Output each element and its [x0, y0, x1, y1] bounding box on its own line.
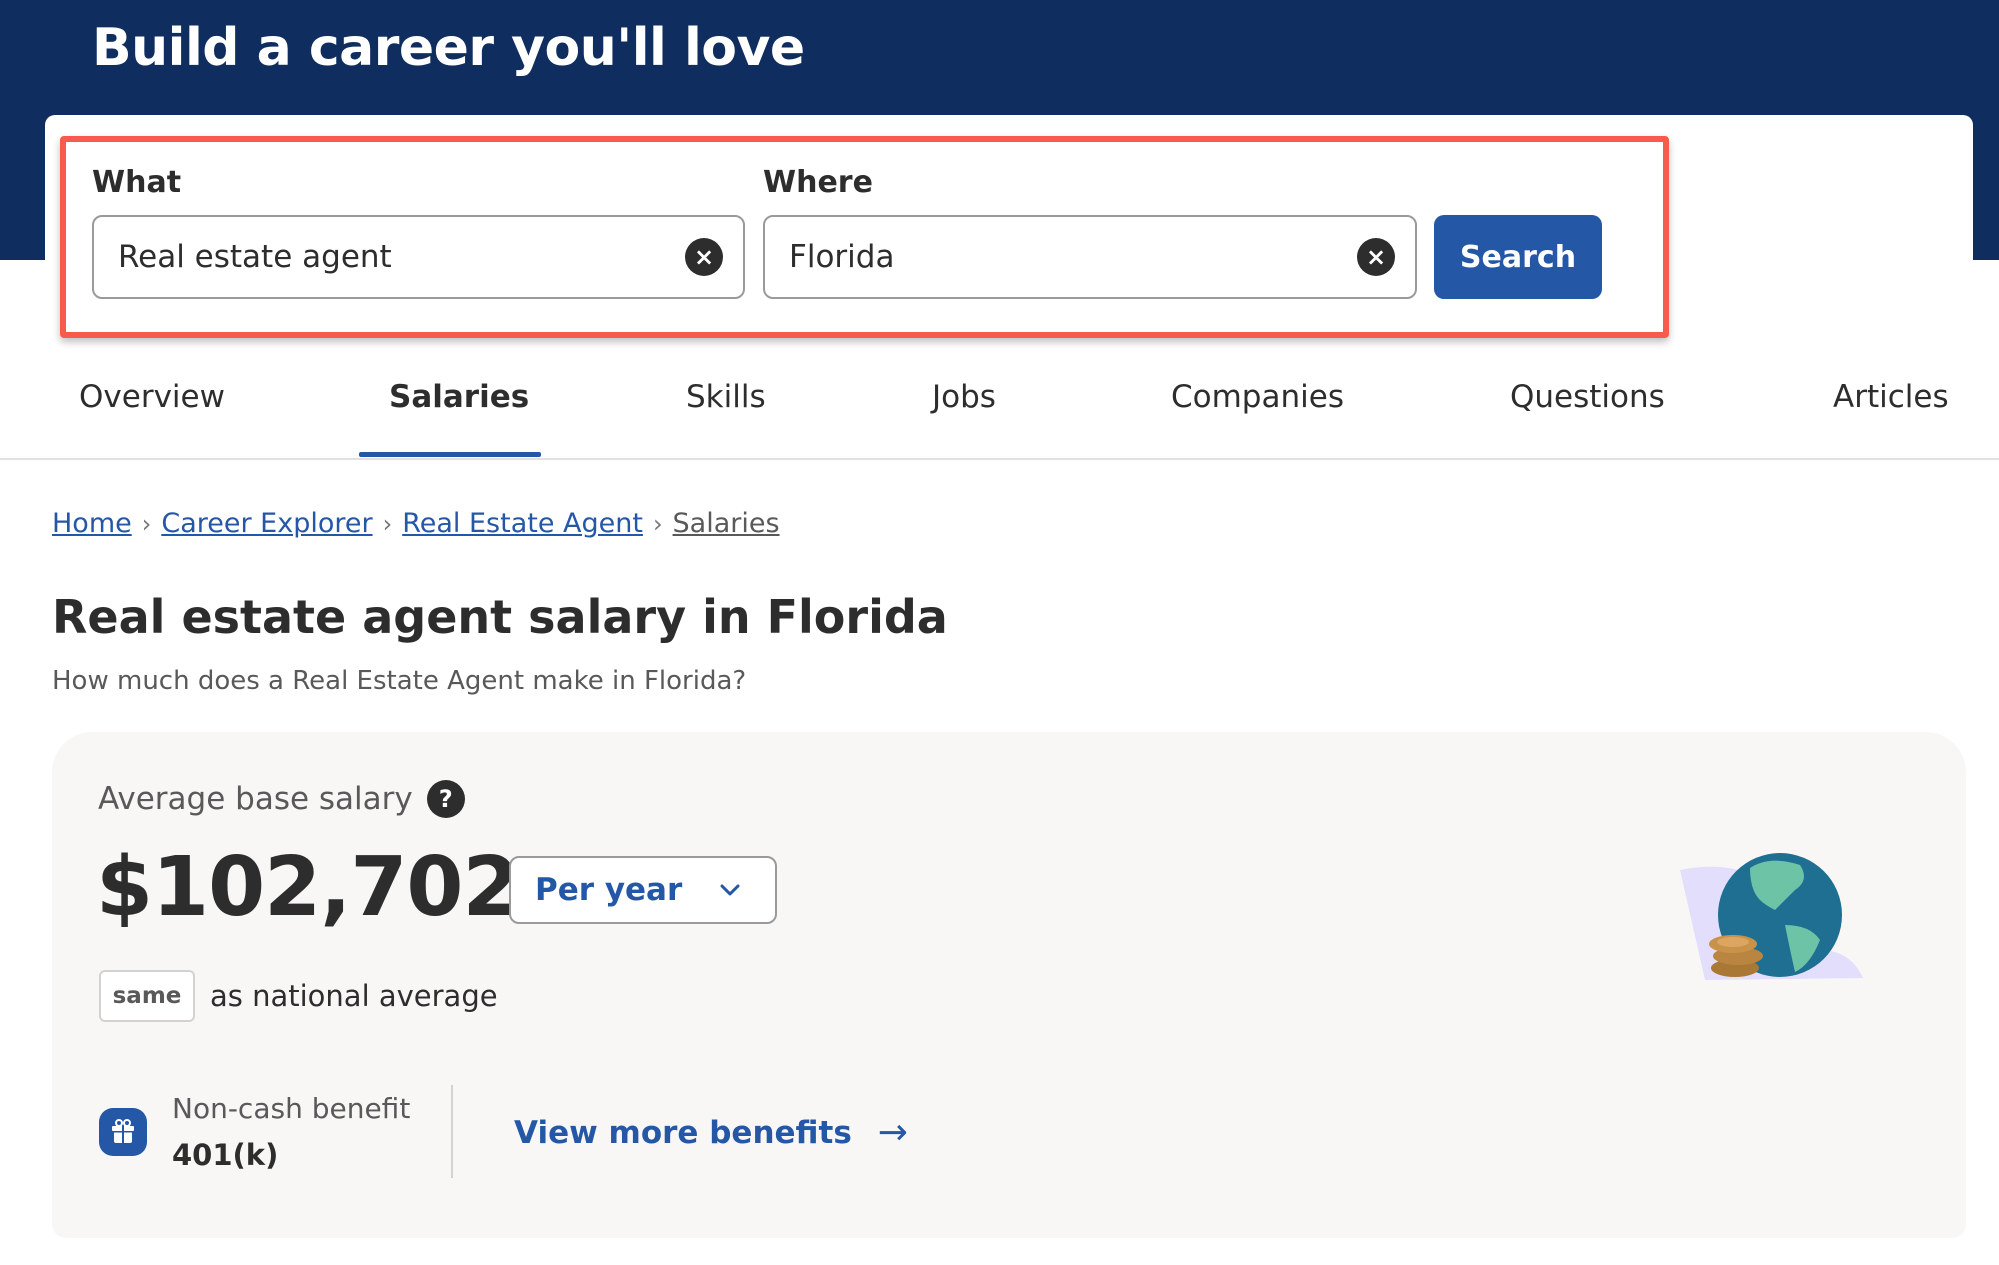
- tab-bar: Overview Salaries Skills Jobs Companies …: [0, 365, 1999, 460]
- benefit-value: 401(k): [172, 1138, 279, 1172]
- globe-coins-illustration: [1670, 840, 1870, 990]
- breadcrumb-career-explorer[interactable]: Career Explorer: [161, 508, 372, 539]
- view-more-benefits-link[interactable]: View more benefits →: [514, 1112, 908, 1153]
- benefit-label: Non-cash benefit: [172, 1092, 411, 1125]
- breadcrumb-salaries[interactable]: Salaries: [673, 508, 780, 539]
- page-subtitle: How much does a Real Estate Agent make i…: [52, 666, 747, 696]
- tab-articles[interactable]: Articles: [1833, 379, 1949, 415]
- breadcrumb: Home › Career Explorer › Real Estate Age…: [52, 508, 780, 539]
- what-input[interactable]: Real estate agent ×: [92, 215, 745, 299]
- vertical-divider: [451, 1085, 453, 1178]
- comparison-badge: same: [99, 970, 195, 1022]
- clear-where-icon[interactable]: ×: [1357, 238, 1395, 276]
- average-salary-label-text: Average base salary: [98, 781, 413, 817]
- tab-jobs[interactable]: Jobs: [932, 379, 996, 415]
- where-input-value: Florida: [789, 239, 895, 275]
- tab-salaries[interactable]: Salaries: [389, 379, 529, 415]
- clear-what-icon[interactable]: ×: [685, 238, 723, 276]
- breadcrumb-real-estate-agent[interactable]: Real Estate Agent: [402, 508, 643, 539]
- chevron-down-icon: [719, 878, 741, 903]
- where-label: Where: [763, 165, 873, 200]
- period-dropdown[interactable]: Per year: [509, 856, 777, 924]
- gift-icon: [99, 1108, 147, 1156]
- tab-skills[interactable]: Skills: [686, 379, 766, 415]
- tab-overview[interactable]: Overview: [79, 379, 225, 415]
- chevron-right-icon: ›: [382, 509, 393, 538]
- tab-companies[interactable]: Companies: [1171, 379, 1344, 415]
- where-input[interactable]: Florida ×: [763, 215, 1417, 299]
- view-more-benefits-label: View more benefits: [514, 1114, 852, 1151]
- salary-amount: $102,702: [96, 840, 520, 935]
- banner-title: Build a career you'll love: [92, 18, 805, 78]
- active-tab-indicator: [359, 452, 541, 457]
- arrow-right-icon: →: [877, 1112, 908, 1153]
- coin-top-face: [1717, 937, 1749, 947]
- breadcrumb-home[interactable]: Home: [52, 508, 132, 539]
- what-input-value: Real estate agent: [118, 239, 392, 275]
- search-button[interactable]: Search: [1434, 215, 1602, 299]
- what-label: What: [92, 165, 182, 200]
- period-selected-value: Per year: [535, 872, 683, 908]
- help-icon[interactable]: ?: [426, 780, 465, 818]
- comparison-text: as national average: [210, 979, 498, 1013]
- chevron-right-icon: ›: [141, 509, 152, 538]
- page-title: Real estate agent salary in Florida: [52, 590, 948, 644]
- tab-questions[interactable]: Questions: [1510, 379, 1665, 415]
- average-salary-label: Average base salary ?: [98, 780, 465, 818]
- chevron-right-icon: ›: [652, 509, 663, 538]
